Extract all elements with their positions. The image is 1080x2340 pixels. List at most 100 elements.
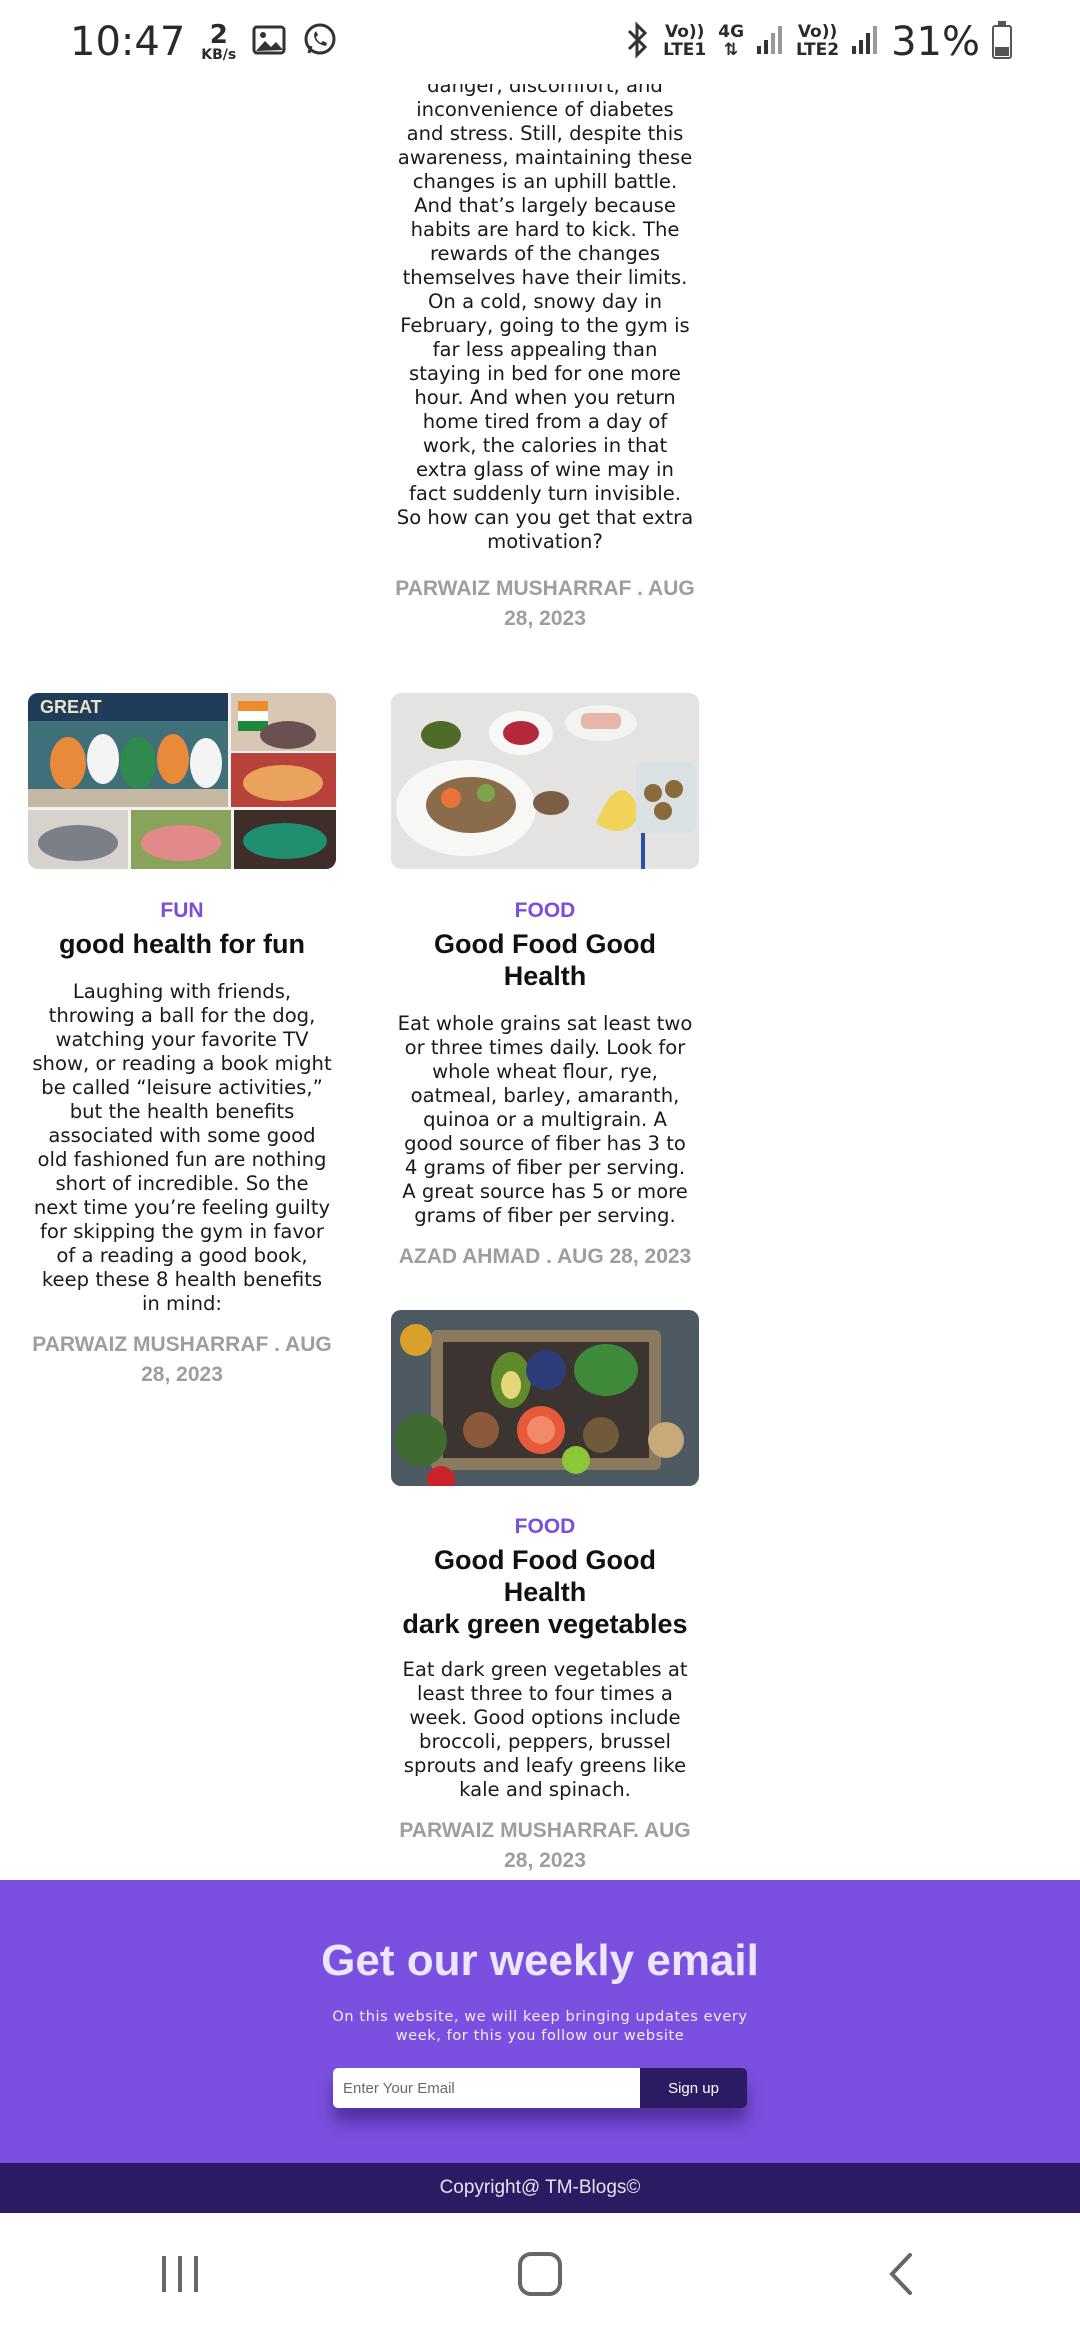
post-meta-line: 28, 2023 xyxy=(504,607,586,630)
post-image-food-plates[interactable] xyxy=(391,693,699,869)
recent-apps-icon xyxy=(158,2252,202,2301)
status-right: Vo)) LTE1 4G ⇅ Vo)) LTE2 31% xyxy=(625,19,1012,65)
newsletter-description: On this website, we will keep bringing u… xyxy=(260,2008,820,2046)
back-icon xyxy=(884,2251,916,2302)
post-excerpt-line: good source of fiber has 3 to xyxy=(404,1132,686,1155)
post-category[interactable]: FOOD xyxy=(390,898,700,924)
post-card: FOOD Good Food Good Health Eat whole gra… xyxy=(390,898,700,1272)
post-excerpt-line: grams of fiber per serving. xyxy=(414,1204,676,1227)
network-speed: 2 KB/s xyxy=(201,22,236,62)
recent-apps-button[interactable] xyxy=(120,2237,240,2317)
whatsapp-icon xyxy=(302,22,338,63)
system-navigation-bar xyxy=(0,2213,1080,2340)
post-excerpt: Eat whole grains sat least two or three … xyxy=(390,1012,700,1228)
sim1-indicator: Vo)) LTE1 xyxy=(663,23,707,60)
post-excerpt-line: changes is an uphill battle. xyxy=(412,170,678,193)
post-excerpt-line: keep these 8 health benefits xyxy=(41,1268,323,1291)
post-excerpt-line: throwing a ball for the dog, xyxy=(48,1004,316,1027)
post-excerpt-line: Eat whole grains sat least two xyxy=(397,1012,693,1035)
sign-up-button[interactable]: Sign up xyxy=(640,2068,747,2108)
post-card: danger, discomfort, and inconvenience of… xyxy=(390,74,700,634)
post-meta-line: 28, 2023 xyxy=(504,1849,586,1872)
email-input[interactable] xyxy=(333,2068,640,2108)
post-meta: PARWAIZ MUSHARRAF. AUG 28, 2023 xyxy=(390,1816,700,1876)
post-title-line: dark green vegetables xyxy=(402,1609,688,1639)
network-type-indicator: 4G ⇅ xyxy=(718,23,744,60)
post-title[interactable]: Good Food Good Health dark green vegetab… xyxy=(390,1544,700,1640)
post-excerpt-line: staying in bed for one more xyxy=(409,362,681,385)
post-title-line: good health for fun xyxy=(59,929,305,959)
post-excerpt-line: inconvenience of diabetes xyxy=(416,98,674,121)
post-category[interactable]: FUN xyxy=(27,898,337,924)
post-excerpt-line: next time you’re feeling guilty xyxy=(33,1196,331,1219)
post-category[interactable]: FOOD xyxy=(390,1514,700,1540)
post-excerpt-line: and stress. Still, despite this xyxy=(406,122,684,145)
post-meta: PARWAIZ MUSHARRAF . AUG 28, 2023 xyxy=(390,574,700,634)
post-meta-line: PARWAIZ MUSHARRAF . AUG xyxy=(395,577,695,600)
post-excerpt-line: And that’s largely because xyxy=(414,194,676,217)
post-excerpt-line: Laughing with friends, xyxy=(72,980,292,1003)
post-image-group-photo[interactable]: GREAT xyxy=(28,693,336,869)
post-meta-line: 28, 2023 xyxy=(141,1363,223,1386)
post-excerpt-line: short of incredible. So the xyxy=(55,1172,309,1195)
post-excerpt-line: or three times daily. Look for xyxy=(404,1036,686,1059)
post-title[interactable]: Good Food Good Health xyxy=(390,928,700,992)
post-excerpt-line: rewards of the changes xyxy=(429,242,661,265)
sim2-lte-label: LTE2 xyxy=(796,40,840,60)
post-excerpt-line: home tired from a day of xyxy=(422,410,668,433)
back-button[interactable] xyxy=(840,2237,960,2317)
home-button[interactable] xyxy=(480,2237,600,2317)
data-arrows-icon: ⇅ xyxy=(724,40,739,60)
post-meta-line: AZAD AHMAD . AUG 28, 2023 xyxy=(398,1245,692,1268)
gallery-icon xyxy=(252,23,286,62)
newsletter-form: Sign up xyxy=(333,2068,747,2108)
signal-icon xyxy=(756,24,784,60)
post-excerpt-line: but the health benefits xyxy=(69,1100,295,1123)
post-excerpt-line: show, or reading a book might xyxy=(32,1052,332,1075)
post-excerpt-line: 4 grams of fiber per serving. xyxy=(404,1156,686,1179)
post-meta-line: PARWAIZ MUSHARRAF . AUG xyxy=(32,1333,332,1356)
newsletter-description-line: On this website, we will keep bringing u… xyxy=(332,2009,748,2025)
newsletter-title: Get our weekly email xyxy=(321,1936,759,1985)
network-speed-value: 2 xyxy=(209,20,228,50)
post-excerpt-line: themselves have their limits. xyxy=(402,266,688,289)
post-title-line: Good Food Good Health xyxy=(434,1545,656,1607)
post-excerpt-line: broccoli, peppers, brussel xyxy=(419,1730,671,1753)
copyright-text: Copyright@ TM-Blogs© xyxy=(439,2177,641,2198)
newsletter-description-line: week, for this you follow our website xyxy=(395,2028,685,2044)
svg-text:GREAT: GREAT xyxy=(40,697,102,717)
post-excerpt-line: fact suddenly turn invisible. xyxy=(408,482,681,505)
battery-percent: 31% xyxy=(891,19,980,65)
post-excerpt-line: habits are hard to kick. The xyxy=(410,218,680,241)
clock: 10:47 xyxy=(70,19,186,65)
signal-icon xyxy=(851,24,879,60)
post-excerpt-line: February, going to the gym is xyxy=(400,314,690,337)
sim1-lte-label: LTE1 xyxy=(663,40,707,60)
post-meta-line: PARWAIZ MUSHARRAF. AUG xyxy=(399,1819,691,1842)
post-excerpt-line: quinoa or a multigrain. A xyxy=(423,1108,667,1131)
post-excerpt-line: for skipping the gym in favor xyxy=(40,1220,324,1243)
post-excerpt-line: old fashioned fun are nothing xyxy=(37,1148,327,1171)
post-excerpt-line: work, the calories in that xyxy=(422,434,668,457)
post-excerpt-line: extra glass of wine may in xyxy=(416,458,674,481)
post-excerpt-line: week. Good options include xyxy=(409,1706,681,1729)
status-left: 10:47 2 KB/s xyxy=(70,19,338,65)
bluetooth-icon xyxy=(625,21,651,63)
post-meta: PARWAIZ MUSHARRAF . AUG 28, 2023 xyxy=(27,1330,337,1390)
post-excerpt-line: watching your favorite TV xyxy=(55,1028,309,1051)
post-card: FOOD Good Food Good Health dark green ve… xyxy=(390,1514,700,1876)
footer: Copyright@ TM-Blogs© xyxy=(0,2163,1080,2213)
sim2-indicator: Vo)) LTE2 xyxy=(796,23,840,60)
post-excerpt-line: hour. And when you return xyxy=(414,386,676,409)
network-speed-unit: KB/s xyxy=(201,47,237,63)
status-bar: 10:47 2 KB/s Vo)) LTE1 4G ⇅ Vo)) LTE2 31… xyxy=(0,0,1080,84)
post-meta: AZAD AHMAD . AUG 28, 2023 xyxy=(390,1242,700,1272)
battery-fill xyxy=(995,46,1009,56)
post-image-vegetables[interactable] xyxy=(391,1310,699,1486)
post-excerpt-line: be called “leisure activities,” xyxy=(41,1076,323,1099)
post-excerpt-line: On a cold, snowy day in xyxy=(428,290,662,313)
post-card: FUN good health for fun Laughing with fr… xyxy=(27,898,337,1390)
post-title[interactable]: good health for fun xyxy=(27,928,337,960)
battery-icon xyxy=(992,21,1012,59)
post-excerpt-line: sprouts and leafy greens like xyxy=(403,1754,687,1777)
